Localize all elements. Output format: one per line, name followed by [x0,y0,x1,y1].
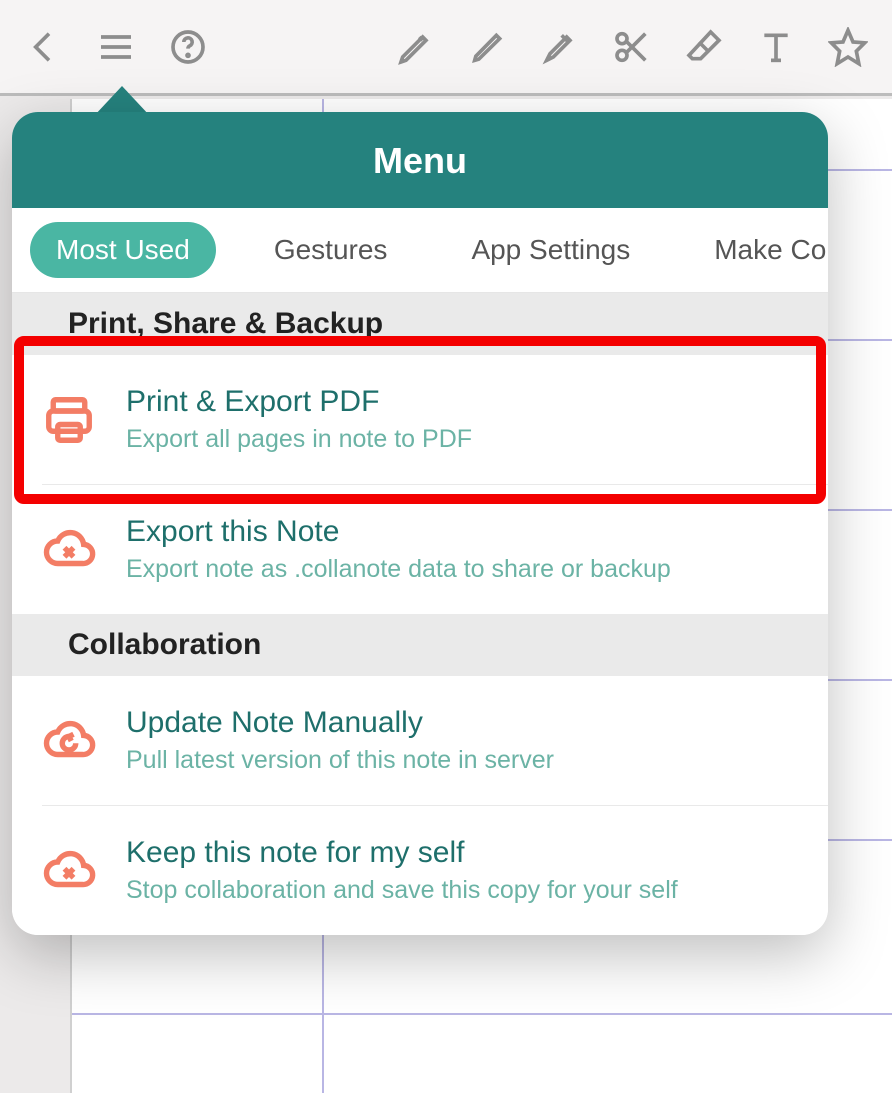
menu-item-subtitle: Stop collaboration and save this copy fo… [126,876,678,905]
scissors-tool-icon[interactable] [608,23,656,71]
highlighter-tool-icon[interactable] [536,23,584,71]
section-header-collaboration: Collaboration [12,614,828,676]
eraser-tool-icon[interactable] [680,23,728,71]
menu-item-subtitle: Pull latest version of this note in serv… [126,746,554,775]
pen-tool-icon[interactable] [392,23,440,71]
text-tool-icon[interactable] [752,23,800,71]
menu-item-keep-note-myself[interactable]: Keep this note for my self Stop collabor… [42,805,828,935]
tab-app-settings[interactable]: App Settings [445,222,656,278]
menu-icon[interactable] [92,23,140,71]
menu-item-subtitle: Export note as .collanote data to share … [126,555,671,584]
menu-item-title: Export this Note [126,515,671,549]
tab-gestures[interactable]: Gestures [248,222,414,278]
tab-most-used[interactable]: Most Used [30,222,216,278]
top-toolbar [0,0,892,96]
menu-tabbar: Most Used Gestures App Settings Make Col… [12,208,828,293]
cloud-x-icon [40,521,98,579]
menu-item-title: Print & Export PDF [126,385,472,419]
cloud-refresh-icon [40,712,98,770]
star-tool-icon[interactable] [824,23,872,71]
menu-item-title: Keep this note for my self [126,836,678,870]
help-icon[interactable] [164,23,212,71]
tab-make-colla[interactable]: Make Colla [688,222,828,278]
popover-title: Menu [12,112,828,208]
section-header-print-share-backup: Print, Share & Backup [12,293,828,355]
menu-item-subtitle: Export all pages in note to PDF [126,425,472,454]
pencil-tool-icon[interactable] [464,23,512,71]
cloud-x-icon [40,842,98,900]
printer-icon [40,391,98,449]
back-icon[interactable] [20,23,68,71]
menu-item-update-note-manually[interactable]: Update Note Manually Pull latest version… [12,676,828,805]
menu-item-print-export-pdf[interactable]: Print & Export PDF Export all pages in n… [12,355,828,484]
menu-popover: Menu Most Used Gestures App Settings Mak… [12,112,828,935]
menu-item-title: Update Note Manually [126,706,554,740]
menu-item-export-this-note[interactable]: Export this Note Export note as .collano… [42,484,828,614]
